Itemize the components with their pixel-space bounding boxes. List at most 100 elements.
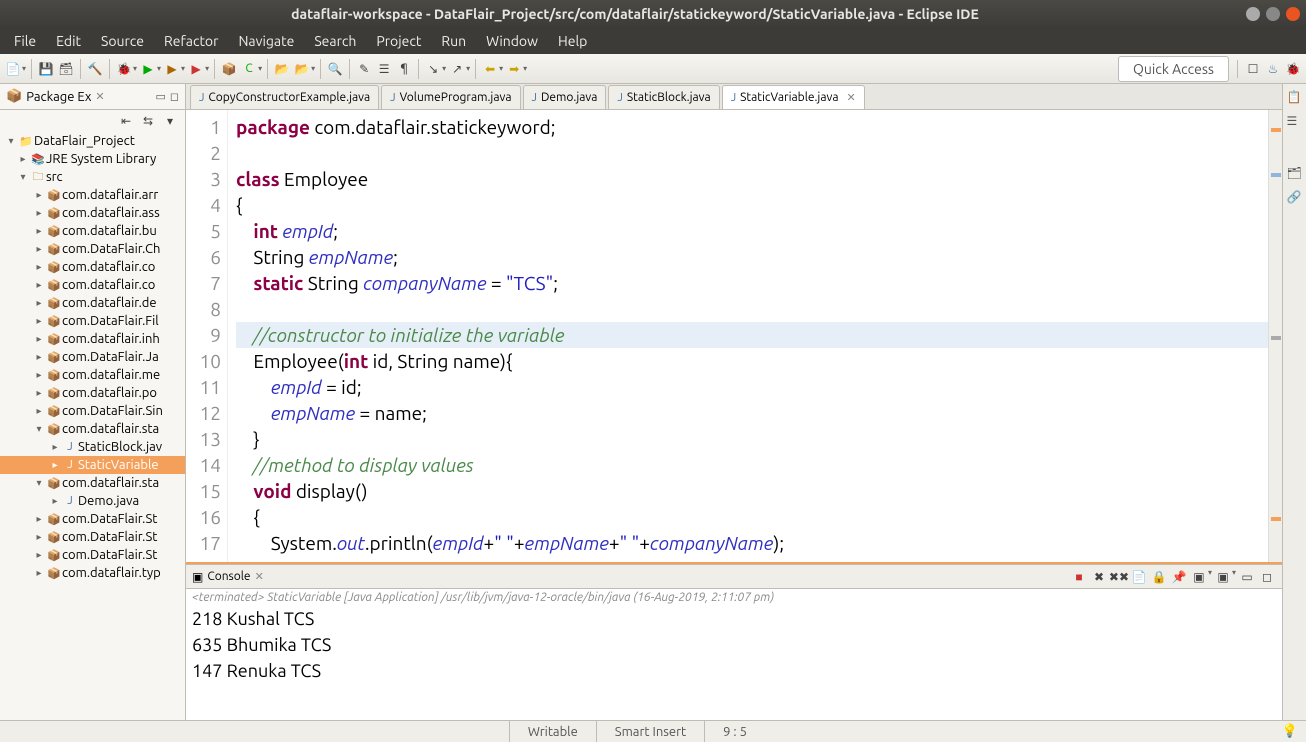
console-output[interactable]: 218 Kushal TCS635 Bhumika TCS147 Renuka …: [186, 606, 1282, 720]
tree-package[interactable]: ▸📦com.dataflair.po: [0, 384, 185, 402]
tree-package[interactable]: ▸📦com.dataflair.bu: [0, 222, 185, 240]
maximize-view-icon[interactable]: ◻: [170, 90, 179, 103]
tip-icon[interactable]: 💡: [1274, 724, 1306, 739]
tree-package[interactable]: ▸📦com.dataflair.co: [0, 258, 185, 276]
tree-package[interactable]: ▸📦com.DataFlair.St: [0, 510, 185, 528]
editor-tab[interactable]: JStaticVariable.java✕: [722, 85, 865, 109]
package-explorer-panel: 📦 Package Ex ✕ ▭ ◻ ⇤ ⇆ ▾ ▾📁DataFlair_Pro…: [0, 84, 186, 720]
save-icon[interactable]: 💾: [37, 60, 55, 78]
outline-view-icon[interactable]: 🗂: [1287, 166, 1303, 182]
menu-run[interactable]: Run: [433, 31, 474, 51]
toggle-block-icon[interactable]: ☰: [375, 60, 393, 78]
search-icon[interactable]: 🔍: [326, 60, 344, 78]
prev-annotation-icon[interactable]: ↗: [448, 60, 466, 78]
build-icon[interactable]: 🔨: [86, 60, 104, 78]
tree-open-pkg[interactable]: com.dataflair.sta: [62, 422, 159, 436]
save-all-icon[interactable]: 🗃: [57, 60, 75, 78]
menu-navigate[interactable]: Navigate: [230, 31, 302, 51]
menu-source[interactable]: Source: [93, 31, 152, 51]
min-console-icon[interactable]: ▭: [1238, 568, 1256, 586]
console-launch-info: <terminated> StaticVariable [Java Applic…: [186, 589, 1282, 606]
new-class-icon[interactable]: C: [240, 60, 258, 78]
tree-package[interactable]: ▸📦com.DataFlair.Ja: [0, 348, 185, 366]
debug-icon[interactable]: 🐞: [115, 60, 133, 78]
tree-package[interactable]: ▸📦com.dataflair.me: [0, 366, 185, 384]
tree-package[interactable]: ▸📦com.dataflair.co: [0, 276, 185, 294]
tree-jre[interactable]: JRE System Library: [46, 152, 156, 166]
tree-package[interactable]: ▸📦com.dataflair.inh: [0, 330, 185, 348]
tree-package[interactable]: ▸📦com.dataflair.ass: [0, 204, 185, 222]
view-menu-icon[interactable]: ▾: [161, 112, 179, 130]
right-trim-bar: 📋 ☰ 🗂 🔗: [1282, 84, 1306, 720]
editor-tab-bar: JCopyConstructorExample.javaJVolumeProgr…: [186, 84, 1282, 110]
close-window-icon[interactable]: [1286, 7, 1300, 21]
show-whitespace-icon[interactable]: ¶: [395, 60, 413, 78]
tree-project[interactable]: DataFlair_Project: [34, 134, 135, 148]
tree-package[interactable]: ▸📦com.DataFlair.St: [0, 528, 185, 546]
close-console-icon[interactable]: ✕: [255, 570, 264, 583]
link-editor-icon[interactable]: ⇆: [139, 112, 157, 130]
tree-src[interactable]: src: [46, 170, 63, 184]
editor-tab[interactable]: JDemo.java: [523, 85, 607, 109]
editor-tab[interactable]: JStaticBlock.java: [608, 85, 719, 109]
task-list-icon[interactable]: ☰: [1287, 114, 1303, 130]
clear-console-icon[interactable]: 📄: [1130, 568, 1148, 586]
close-tab-icon[interactable]: ✕: [847, 91, 856, 104]
menu-edit[interactable]: Edit: [48, 31, 89, 51]
breadcrumb-icon[interactable]: 🔗: [1287, 190, 1303, 206]
tree-file[interactable]: StaticBlock.jav: [78, 440, 162, 454]
tree-demo-file[interactable]: Demo.java: [78, 494, 139, 508]
tree-package[interactable]: ▸📦com.dataflair.arr: [0, 186, 185, 204]
debug-perspective-icon[interactable]: 🐞: [1284, 60, 1302, 78]
status-mode: Smart Insert: [596, 721, 704, 742]
remove-launch-icon[interactable]: ✖: [1090, 568, 1108, 586]
open-type-icon[interactable]: 📂: [273, 60, 291, 78]
minimize-icon[interactable]: [1246, 7, 1260, 21]
package-tree[interactable]: ▾📁DataFlair_Project ▸📚JRE System Library…: [0, 132, 185, 720]
remove-all-icon[interactable]: ✖✖: [1110, 568, 1128, 586]
code-content[interactable]: package com.dataflair.statickeyword; cla…: [228, 110, 1268, 562]
tree-package[interactable]: ▸📦com.DataFlair.St: [0, 546, 185, 564]
open-task-icon[interactable]: 📂: [293, 60, 311, 78]
display-selected-icon[interactable]: ▣: [1190, 568, 1208, 586]
scroll-lock-icon[interactable]: 🔒: [1150, 568, 1168, 586]
minimize-view-icon[interactable]: ▭: [155, 90, 165, 103]
external-tools-icon[interactable]: ▶: [187, 60, 205, 78]
tree-package[interactable]: ▸📦com.dataflair.typ: [0, 564, 185, 582]
toggle-mark-icon[interactable]: ✎: [355, 60, 373, 78]
pin-console-icon[interactable]: 📌: [1170, 568, 1188, 586]
menu-file[interactable]: File: [6, 31, 44, 51]
forward-icon[interactable]: ➡: [505, 60, 523, 78]
open-perspective-icon[interactable]: ☐: [1244, 60, 1262, 78]
menu-project[interactable]: Project: [368, 31, 429, 51]
run-icon[interactable]: ▶: [139, 60, 157, 78]
tree-package[interactable]: ▸📦com.dataflair.de: [0, 294, 185, 312]
maximize-icon[interactable]: [1266, 7, 1280, 21]
editor-tab[interactable]: JCopyConstructorExample.java: [190, 85, 379, 109]
java-perspective-icon[interactable]: ♨: [1264, 60, 1282, 78]
tree-package[interactable]: ▸📦com.DataFlair.Fil: [0, 312, 185, 330]
coverage-icon[interactable]: ▶: [163, 60, 181, 78]
outline-icon[interactable]: 📋: [1287, 90, 1303, 106]
tree-package[interactable]: ▸📦com.DataFlair.Ch: [0, 240, 185, 258]
menu-window[interactable]: Window: [478, 31, 546, 51]
collapse-all-icon[interactable]: ⇤: [117, 112, 135, 130]
menu-help[interactable]: Help: [550, 31, 595, 51]
editor-tab[interactable]: JVolumeProgram.java: [381, 85, 520, 109]
tree-open-pkg2[interactable]: com.dataflair.sta: [62, 476, 159, 490]
new-package-icon[interactable]: 📦: [220, 60, 238, 78]
quick-access-input[interactable]: Quick Access: [1118, 56, 1229, 82]
overview-ruler[interactable]: [1268, 110, 1282, 562]
back-icon[interactable]: ⬅: [481, 60, 499, 78]
editor-area[interactable]: 1234567891011121314151617 package com.da…: [186, 110, 1282, 564]
open-console-icon[interactable]: ▣: [1214, 568, 1232, 586]
terminate-icon[interactable]: ■: [1070, 568, 1088, 586]
tree-file-selected[interactable]: StaticVariable: [78, 458, 159, 472]
next-annotation-icon[interactable]: ↘: [424, 60, 442, 78]
menu-refactor[interactable]: Refactor: [156, 31, 226, 51]
close-view-icon[interactable]: ✕: [95, 90, 104, 103]
menu-search[interactable]: Search: [306, 31, 364, 51]
tree-package[interactable]: ▸📦com.DataFlair.Sin: [0, 402, 185, 420]
new-icon[interactable]: 📄: [4, 60, 22, 78]
max-console-icon[interactable]: ◻: [1258, 568, 1276, 586]
